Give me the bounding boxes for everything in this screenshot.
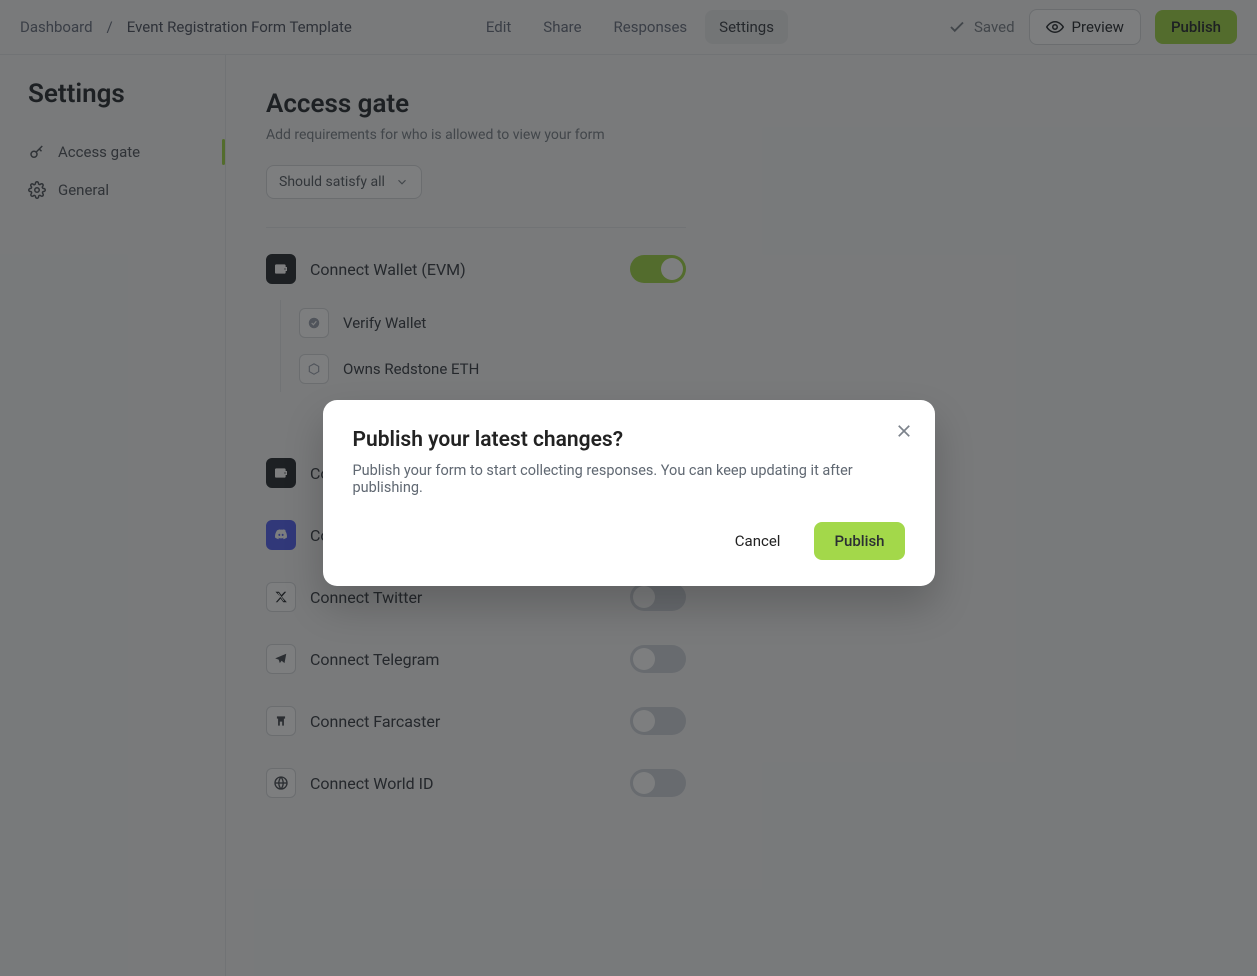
modal-actions: Cancel Publish bbox=[353, 522, 905, 560]
close-icon bbox=[895, 422, 913, 440]
confirm-label: Publish bbox=[834, 532, 884, 550]
cancel-label: Cancel bbox=[735, 532, 781, 550]
publish-modal: Publish your latest changes? Publish you… bbox=[323, 400, 935, 586]
close-button[interactable] bbox=[895, 422, 913, 440]
confirm-publish-button[interactable]: Publish bbox=[814, 522, 904, 560]
cancel-button[interactable]: Cancel bbox=[715, 522, 801, 560]
modal-title: Publish your latest changes? bbox=[353, 428, 905, 452]
modal-body: Publish your form to start collecting re… bbox=[353, 462, 905, 496]
modal-overlay[interactable]: Publish your latest changes? Publish you… bbox=[0, 0, 1257, 976]
